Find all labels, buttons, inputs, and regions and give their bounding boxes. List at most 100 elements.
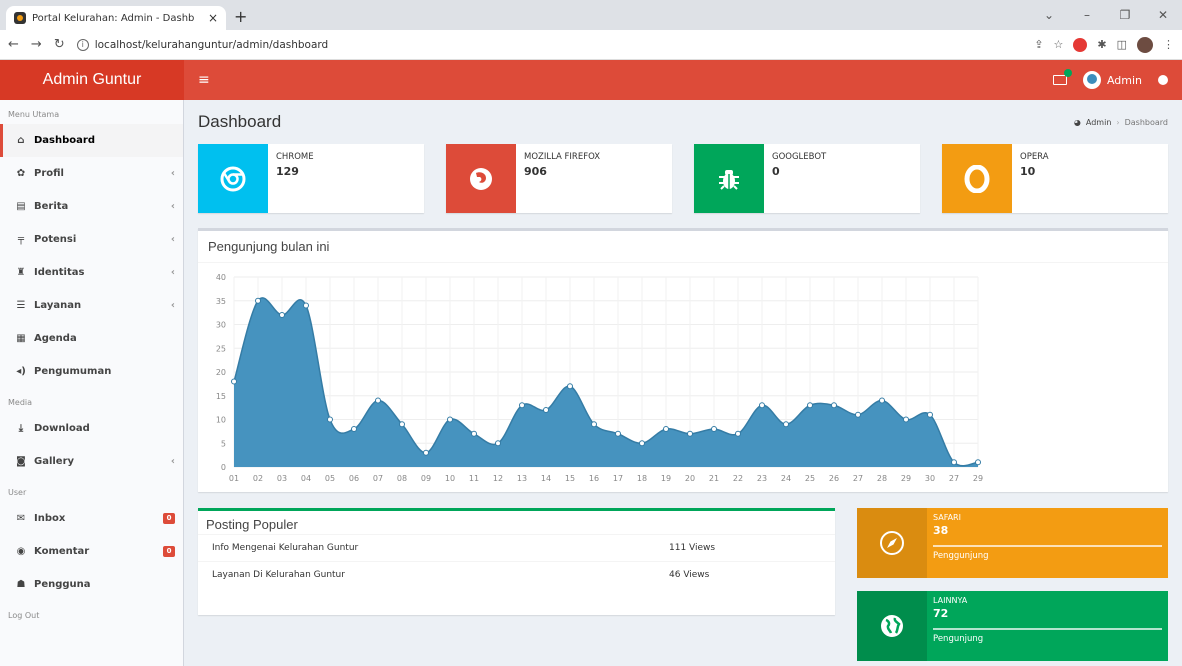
settings-gear-icon[interactable] — [1158, 75, 1168, 85]
stat-value: 906 — [524, 165, 547, 178]
sidebar-item-label: Identitas — [34, 267, 85, 278]
sidebar-item-profil[interactable]: ✿ Profil ‹ — [0, 157, 183, 190]
sidebar-item-inbox[interactable]: ✉ Inbox 0 — [0, 502, 183, 535]
data-point — [759, 402, 765, 409]
sidebar-item-berita[interactable]: ▤ Berita ‹ — [0, 190, 183, 223]
sidebar-item-layanan[interactable]: ☰ Layanan ‹ — [0, 289, 183, 322]
sidebar-toggle-icon[interactable]: ≡ — [198, 72, 210, 88]
stat-label: CHROME — [276, 152, 314, 162]
user-name: Admin — [1106, 73, 1142, 87]
stat-box-chrome: CHROME 129 — [198, 144, 424, 213]
extensions-puzzle-icon[interactable]: ✱ — [1097, 38, 1106, 51]
forward-icon[interactable]: → — [31, 37, 42, 52]
sidebar-item-label: Download — [34, 423, 90, 434]
visitor-chart-box: Pengunjung bulan ini 0 5 10 15 20 25 30 35 40 01 0… — [198, 228, 1168, 492]
y-tick-label: 15 — [216, 392, 226, 401]
extensions-bar: ⇪ ☆ ✱ ◫ ⋮ — [1034, 36, 1174, 53]
messages-icon[interactable] — [1052, 69, 1072, 85]
user-menu[interactable]: Admin — [1082, 71, 1142, 89]
sidebar-item-label: Berita — [34, 201, 69, 212]
user-avatar — [1082, 71, 1101, 89]
restore-icon[interactable]: ❐ — [1106, 0, 1144, 30]
stat-box-lainnya: LAINNYA 72 Pengunjung — [857, 591, 1168, 661]
breadcrumb-separator: › — [1116, 117, 1120, 127]
x-tick-label: 12 — [493, 474, 503, 483]
post-title[interactable]: Info Mengenai Kelurahan Guntur — [212, 543, 669, 553]
sidebar-item-gallery[interactable]: ◙ Gallery ‹ — [0, 445, 183, 478]
visitor-area-chart: 051015202530354001 02 03 04 05 06 07 08 09 10 11 12… — [216, 273, 983, 483]
chevron-left-icon: ‹ — [170, 267, 175, 278]
x-tick-label: 08 — [397, 474, 407, 483]
data-point — [543, 407, 549, 413]
x-tick-label: 20 — [685, 474, 695, 483]
brand-logo[interactable]: Admin Guntur — [0, 60, 184, 100]
compass-icon — [857, 508, 927, 578]
x-tick-label: 06 — [349, 474, 359, 483]
data-point — [303, 302, 309, 309]
opera-icon — [942, 144, 1012, 213]
sidebar-item-dashboard[interactable]: ⌂ Dashboard — [0, 124, 183, 157]
share-icon[interactable]: ⇪ — [1034, 38, 1043, 51]
url-field[interactable]: i localhost/kelurahanguntur/admin/dashbo… — [76, 34, 1035, 56]
sidebar-heading[interactable]: Log Out — [0, 601, 183, 625]
chevron-left-icon: ‹ — [170, 201, 175, 212]
back-icon[interactable]: ← — [8, 37, 19, 52]
sidebar-item-pengguna[interactable]: ☗ Pengguna — [0, 568, 183, 601]
window-close-icon[interactable]: ✕ — [1144, 0, 1182, 30]
globe-icon — [857, 591, 927, 661]
reload-icon[interactable]: ↻ — [54, 37, 65, 52]
popular-post-row[interactable]: Info Mengenai Kelurahan Guntur 111 Views — [198, 534, 835, 561]
series-area — [234, 297, 978, 467]
y-tick-label: 5 — [221, 439, 226, 448]
sidebar-item-potensi[interactable]: ╤ Potensi ‹ — [0, 223, 183, 256]
tab-close-icon[interactable]: × — [208, 11, 218, 25]
data-point — [807, 402, 813, 409]
sidebar-item-label: Dashboard — [34, 135, 95, 146]
gear-icon: ✿ — [16, 168, 26, 179]
sidebar-item-identitas[interactable]: ♜ Identitas ‹ — [0, 256, 183, 289]
data-point — [327, 416, 333, 423]
data-point — [351, 426, 357, 432]
browser-menu-icon[interactable]: ⋮ — [1163, 38, 1174, 51]
signpost-icon: ╤ — [17, 234, 25, 245]
x-tick-label: 14 — [541, 474, 551, 483]
post-title[interactable]: Layanan Di Kelurahan Guntur — [212, 570, 669, 580]
x-tick-label: 27 — [853, 474, 863, 483]
data-point — [663, 426, 669, 432]
sidebar-item-agenda[interactable]: ▦ Agenda — [0, 322, 183, 355]
site-info-icon[interactable]: i — [76, 38, 89, 51]
minimize-icon[interactable]: – — [1068, 0, 1106, 30]
bookmark-star-icon[interactable]: ☆ — [1054, 38, 1064, 51]
sidebar-item-label: Potensi — [34, 234, 77, 245]
stat-description: Pengunjung — [933, 634, 984, 644]
sidepanel-icon[interactable]: ◫ — [1117, 38, 1127, 51]
data-point — [231, 378, 237, 385]
count-badge: 0 — [163, 546, 175, 557]
home-icon: ⌂ — [17, 135, 25, 146]
sidebar-item-pengumuman[interactable]: ◂) Pengumuman — [0, 355, 183, 388]
stat-label: LAINNYA — [933, 596, 968, 605]
messages-badge — [1063, 69, 1072, 77]
profile-avatar-icon[interactable] — [1137, 36, 1153, 53]
progress-bar — [933, 628, 1162, 630]
data-point — [687, 430, 693, 437]
y-tick-label: 25 — [216, 344, 226, 353]
sidebar-item-komentar[interactable]: ◉ Komentar 0 — [0, 535, 183, 568]
x-tick-label: 04 — [301, 474, 311, 483]
adblock-icon[interactable] — [1073, 37, 1088, 52]
stat-label: MOZILLA FIREFOX — [524, 152, 601, 162]
progress-bar — [933, 545, 1162, 547]
tab-search-icon[interactable]: ⌄ — [1030, 0, 1068, 30]
browser-tab[interactable]: Portal Kelurahan: Admin - Dashb × — [6, 6, 226, 30]
new-tab-button[interactable]: + — [234, 7, 247, 26]
sidebar: Menu Utama ⌂ Dashboard ✿ Profil ‹ ▤ Berita ‹ ╤ Pot… — [0, 100, 184, 666]
sidebar-item-label: Layanan — [34, 300, 82, 311]
breadcrumb-root[interactable]: Admin — [1086, 118, 1112, 127]
sidebar-item-download[interactable]: ⤓ Download — [0, 412, 183, 445]
popular-post-row[interactable]: Layanan Di Kelurahan Guntur 46 Views — [198, 561, 835, 588]
popular-posts-title: Posting Populer — [206, 517, 298, 532]
x-tick-label: 13 — [517, 474, 527, 483]
app-header: Admin Guntur ≡ Admin — [0, 60, 1182, 100]
sidebar-item-label: Komentar — [34, 546, 90, 557]
data-point — [783, 421, 789, 428]
